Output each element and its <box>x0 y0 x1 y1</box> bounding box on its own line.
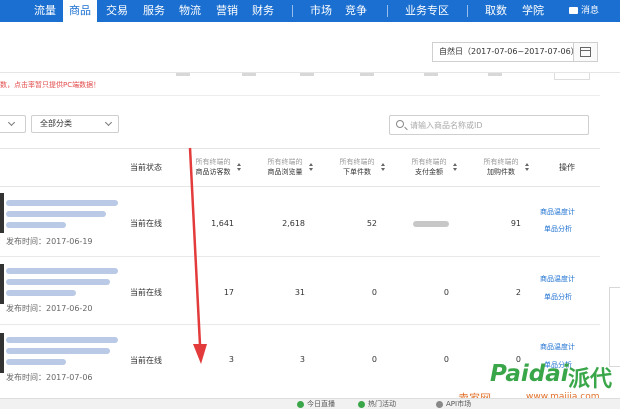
side-feedback-tab[interactable] <box>609 287 620 367</box>
annotation-arrow-shaft <box>188 147 202 346</box>
activity-icon <box>358 401 365 408</box>
watermark-brand-latin: Paidai <box>490 361 569 387</box>
annotation-arrow <box>188 147 207 364</box>
watermark-brand-cn: 派代 <box>568 367 613 392</box>
api-icon <box>436 401 443 408</box>
bottom-link-api[interactable]: API市场 <box>446 399 471 409</box>
annotation-arrow-head <box>193 344 207 364</box>
bottom-link-activity[interactable]: 热门活动 <box>368 399 396 409</box>
bottom-toolbar: 今日直播 热门活动 API市场 <box>0 398 620 409</box>
bottom-link-live[interactable]: 今日直播 <box>307 399 335 409</box>
live-icon <box>297 401 304 408</box>
